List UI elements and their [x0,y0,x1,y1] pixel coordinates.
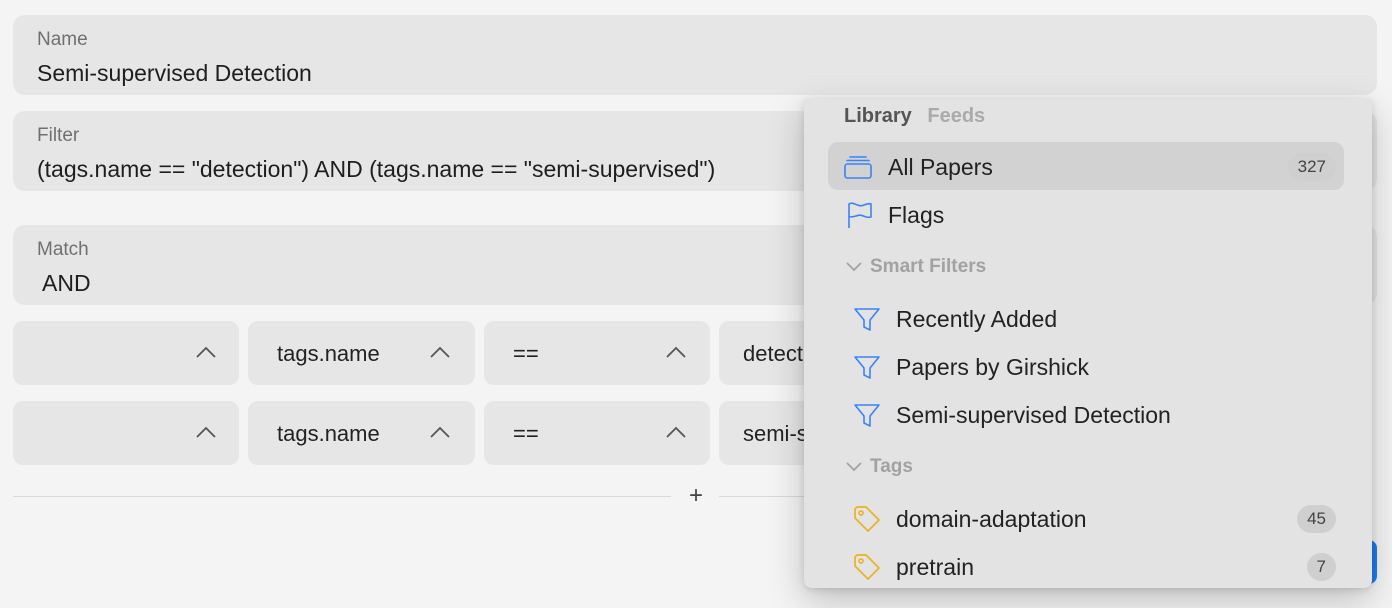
filter-input[interactable]: (tags.name == "detection") AND (tags.nam… [37,156,715,183]
smart-filter-label: Semi-supervised Detection [896,402,1171,428]
name-label: Name [37,29,88,50]
library-dropdown: Library Feeds All Papers 327 Flags Smart… [804,99,1372,588]
smart-filter-label: Papers by Girshick [896,354,1090,380]
filter-funnel-icon [854,308,880,331]
smart-filters-header: Smart Filters [870,256,987,277]
condition-2-operator-value: == [513,421,539,446]
condition-1-prefix-select[interactable] [13,321,239,385]
tag-label: pretrain [896,554,974,580]
tags-section[interactable]: Tags [846,456,913,478]
tab-feeds[interactable]: Feeds [927,105,985,127]
all-papers-label: All Papers [888,154,993,180]
condition-2-field-select[interactable]: tags.name [248,401,475,465]
flag-icon [848,202,872,228]
all-papers-count: 327 [1287,153,1336,181]
add-condition-button[interactable]: + [685,484,707,508]
filter-funnel-icon [854,356,880,379]
smart-filter-item[interactable]: Semi-supervised Detection [828,390,1344,438]
tag-icon [854,554,880,580]
name-field[interactable]: Name Semi-supervised Detection [13,15,1377,95]
tag-item[interactable]: domain-adaptation 45 [828,494,1344,542]
chevron-up-icon [430,426,450,438]
tags-header: Tags [870,456,913,477]
chevron-up-icon [666,346,686,358]
name-input[interactable]: Semi-supervised Detection [37,60,312,87]
smart-filter-label: Recently Added [896,306,1058,332]
tag-count: 7 [1306,553,1336,581]
chevron-down-icon [846,262,862,272]
match-select[interactable]: AND [42,270,91,297]
sidebar-item-all-papers[interactable]: All Papers 327 [828,142,1344,190]
condition-1-operator-value: == [513,341,539,366]
filter-funnel-icon [854,404,880,427]
library-stack-icon [844,156,872,179]
tag-item[interactable]: pretrain 7 [828,542,1344,588]
filter-label: Filter [37,125,80,146]
tag-count: 45 [1297,505,1336,533]
chevron-up-icon [196,426,216,438]
condition-2-field-value: tags.name [277,421,380,446]
smart-filter-item[interactable]: Papers by Girshick [828,342,1344,390]
chevron-up-icon [666,426,686,438]
chevron-up-icon [430,346,450,358]
condition-2-operator-select[interactable]: == [484,401,710,465]
sidebar-item-flags[interactable]: Flags [828,190,1344,238]
tag-icon [854,506,880,532]
smart-filter-item[interactable]: Recently Added [828,294,1344,342]
chevron-down-icon [846,462,862,472]
condition-1-operator-select[interactable]: == [484,321,710,385]
dropdown-tabs: Library Feeds [844,105,985,128]
tag-label: domain-adaptation [896,506,1087,532]
match-label: Match [37,239,89,260]
flags-label: Flags [888,202,945,228]
tab-library[interactable]: Library [844,105,912,127]
divider-left [13,496,671,497]
condition-2-prefix-select[interactable] [13,401,239,465]
condition-1-field-value: tags.name [277,341,380,366]
smart-filters-section[interactable]: Smart Filters [846,256,986,278]
chevron-up-icon [196,346,216,358]
condition-1-field-select[interactable]: tags.name [248,321,475,385]
